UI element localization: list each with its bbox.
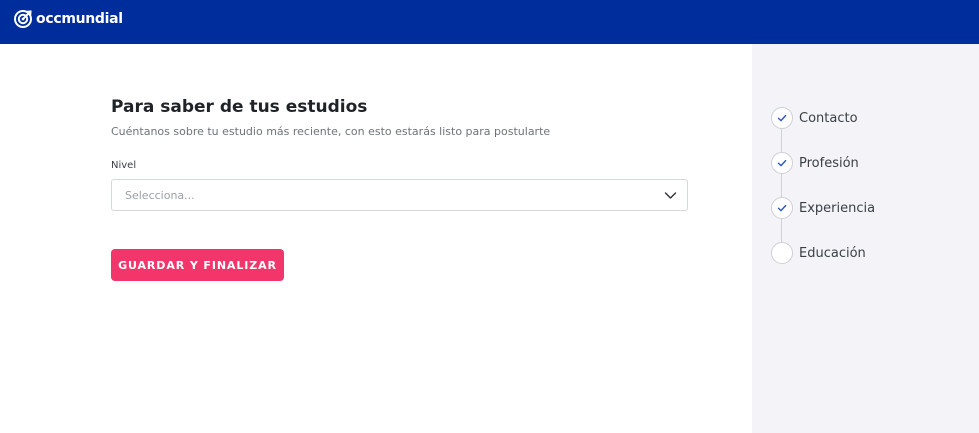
progress-sidebar: Contacto Profesión Experiencia Educación (752, 44, 979, 433)
step-label: Educación (799, 245, 866, 261)
step-status (771, 152, 793, 174)
step-label: Profesión (799, 155, 859, 171)
brand-name: occmundial (36, 11, 123, 27)
page-subtitle: Cuéntanos sobre tu estudio más reciente,… (111, 125, 551, 138)
brand-logo[interactable]: occmundial (13, 9, 123, 29)
step-contacto[interactable]: Contacto (771, 107, 858, 129)
check-icon (777, 114, 787, 122)
step-status-pending (771, 242, 793, 264)
step-educacion[interactable]: Educación (771, 242, 866, 264)
step-profesion[interactable]: Profesión (771, 152, 859, 174)
chevron-down-icon (664, 192, 677, 199)
step-status (771, 107, 793, 129)
level-select[interactable]: Selecciona... (111, 179, 688, 211)
step-label: Experiencia (799, 200, 876, 216)
step-status (771, 197, 793, 219)
step-label: Contacto (799, 110, 858, 126)
level-select-value: Selecciona... (125, 189, 195, 202)
page-title: Para saber de tus estudios (111, 97, 368, 117)
level-label: Nivel (111, 160, 137, 171)
steps-connector-line (781, 123, 782, 253)
top-navigation-bar: occmundial (0, 0, 979, 44)
education-form-panel: Para saber de tus estudios Cuéntanos sob… (0, 44, 752, 433)
step-experiencia[interactable]: Experiencia (771, 197, 875, 219)
check-icon (777, 159, 787, 167)
check-icon (777, 204, 787, 212)
target-logo-icon (14, 10, 32, 28)
save-and-finish-button[interactable]: GUARDAR Y FINALIZAR (111, 249, 284, 281)
